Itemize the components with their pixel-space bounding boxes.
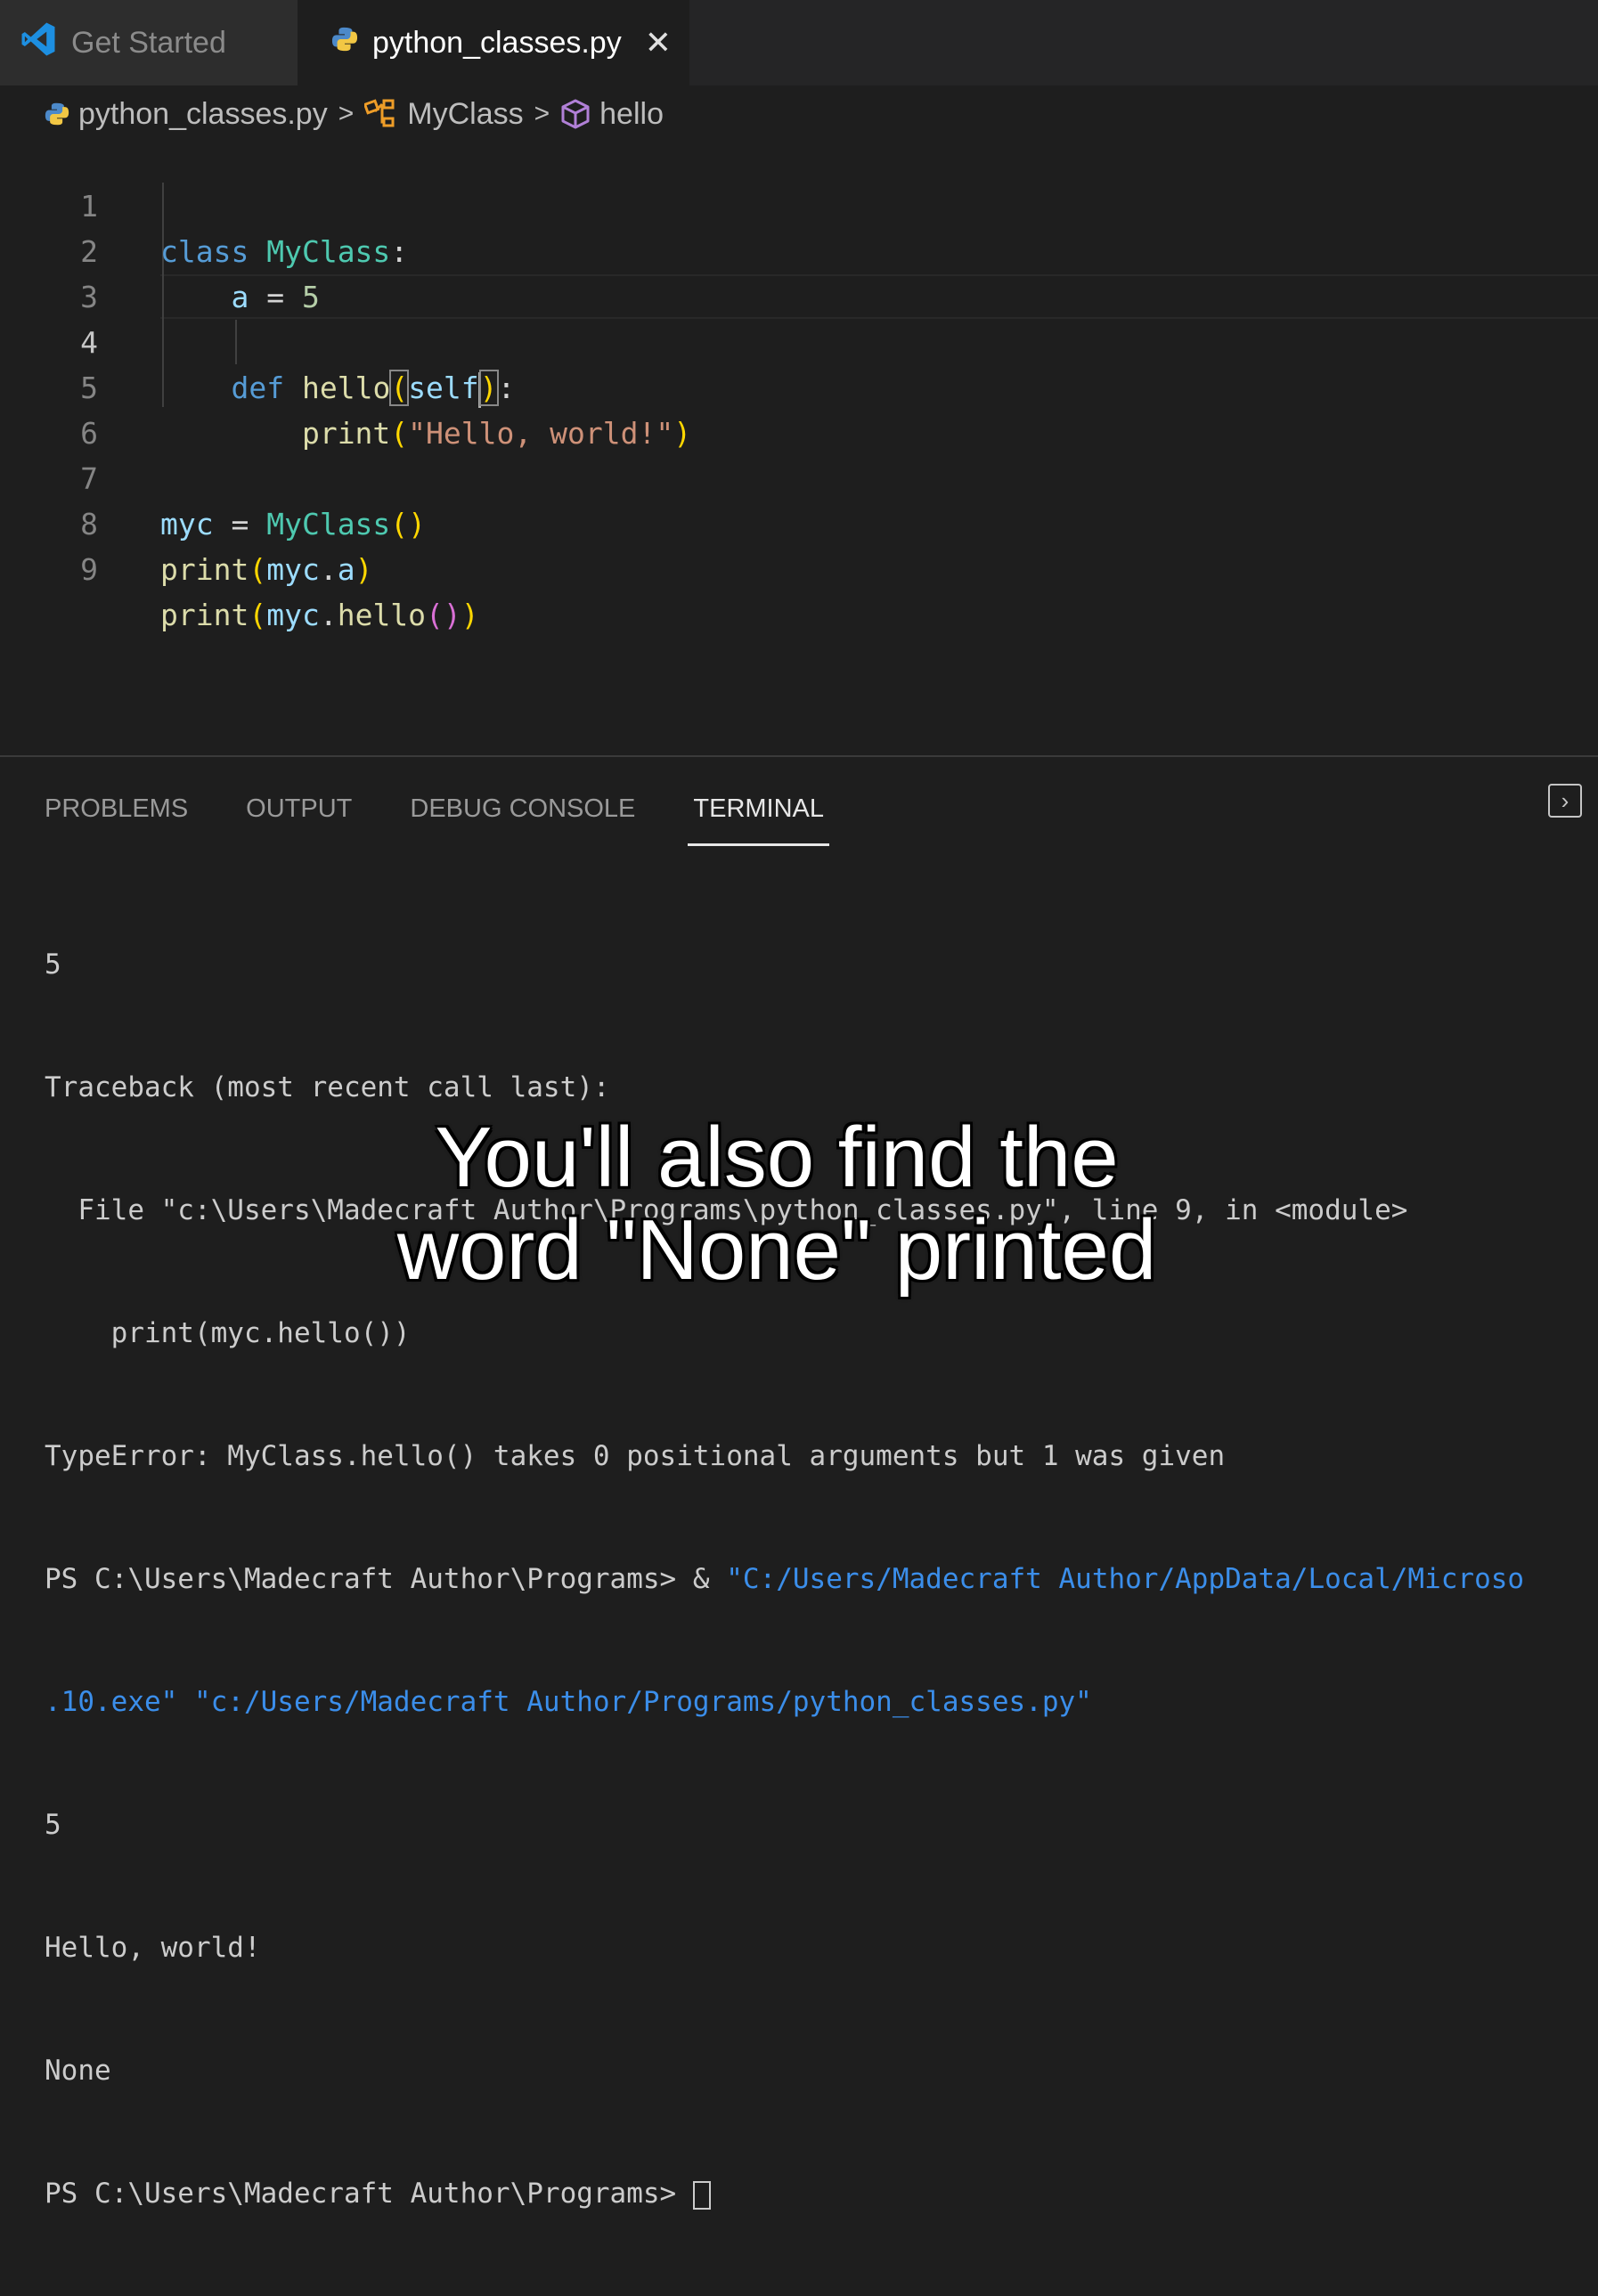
- breadcrumb-method[interactable]: hello: [560, 97, 664, 132]
- terminal-line: None: [45, 2055, 111, 2087]
- code-line: 5 print("Hello, world!"): [0, 320, 1598, 451]
- chevron-right-icon: >: [534, 99, 550, 128]
- bracket-token: (: [249, 598, 267, 632]
- video-subtitle: You'll also find the word "None" printed: [0, 1111, 1598, 1297]
- breadcrumb-class-label: MyClass: [407, 96, 524, 131]
- python-file-icon: [45, 102, 69, 126]
- terminal-cursor: [692, 2180, 711, 2210]
- breadcrumb-class[interactable]: MyClass: [364, 96, 524, 132]
- tab-label: python_classes.py: [372, 25, 622, 60]
- code-line: 6: [0, 365, 1598, 451]
- subtitle-line: word "None" printed: [396, 1202, 1157, 1298]
- terminal-prompt: PS C:\Users\Madecraft Author\Programs>: [45, 2178, 693, 2210]
- tab-label: Get Started: [71, 25, 226, 60]
- terminal-line: 5: [45, 1809, 61, 1841]
- bracket-token: ): [355, 552, 373, 587]
- punctuation-token: .: [319, 598, 338, 632]
- terminal-line: print(myc.hello()): [45, 1317, 411, 1349]
- terminal-line: Traceback (most recent call last):: [45, 1071, 610, 1103]
- panel-tabs: PROBLEMS OUTPUT DEBUG CONSOLE TERMINAL: [45, 786, 829, 846]
- variable-token: myc: [266, 552, 320, 587]
- terminal-prompt: PS C:\Users\Madecraft Author\Programs> &: [45, 1563, 727, 1595]
- code-line: 9 print(myc.hello()): [0, 501, 1598, 632]
- function-name-token: print: [160, 552, 249, 587]
- variable-token: myc: [266, 598, 320, 632]
- bracket-token: (): [426, 598, 461, 632]
- function-name-token: print: [160, 598, 249, 632]
- line-number: 9: [80, 552, 98, 587]
- terminal-prompt-line: PS C:\Users\Madecraft Author\Programs>: [45, 2173, 1598, 2214]
- close-icon[interactable]: ✕: [645, 24, 672, 61]
- terminal-path: "C:/Users/Madecraft Author/AppData/Local…: [726, 1563, 1525, 1595]
- tab-debug-console[interactable]: DEBUG CONSOLE: [410, 786, 635, 839]
- attribute-token: a: [337, 552, 355, 587]
- code-line: 8 print(myc.a): [0, 456, 1598, 587]
- method-cube-icon: [560, 99, 591, 129]
- vscode-logo-icon: [20, 20, 57, 66]
- class-symbol-icon: [364, 99, 398, 129]
- breadcrumb-file-label: python_classes.py: [78, 96, 328, 131]
- code-line-active: 4 def hello(self):: [0, 274, 1598, 408]
- breadcrumb: python_classes.py > MyClass > hello: [45, 93, 664, 135]
- bracket-token: (: [249, 552, 267, 587]
- tab-terminal[interactable]: TERMINAL: [688, 786, 829, 846]
- code-line: 2 a = 5: [0, 183, 1598, 314]
- tab-problems[interactable]: PROBLEMS: [45, 786, 188, 839]
- function-name-token: hello: [337, 598, 427, 632]
- terminal-output[interactable]: 5 Traceback (most recent call last): Fil…: [45, 862, 1598, 2296]
- terminal-line: TypeError: MyClass.hello() takes 0 posit…: [45, 1440, 1226, 1472]
- terminal-line: 5: [45, 949, 61, 981]
- terminal-shell-icon[interactable]: ›: [1548, 784, 1582, 818]
- tab-python-classes[interactable]: python_classes.py ✕: [298, 0, 689, 85]
- terminal-command-line: PS C:\Users\Madecraft Author\Programs> &…: [45, 1559, 1598, 1600]
- tab-get-started[interactable]: Get Started: [0, 0, 298, 85]
- python-file-icon: [331, 26, 358, 61]
- breadcrumb-method-label: hello: [599, 96, 664, 131]
- bracket-token: ): [461, 598, 479, 632]
- code-line: 1 class MyClass:: [0, 138, 1598, 269]
- code-line: 3: [0, 229, 1598, 314]
- chevron-right-icon: >: [338, 99, 355, 128]
- editor-tab-bar: Get Started python_classes.py ✕: [0, 0, 1598, 85]
- terminal-line: Hello, world!: [45, 1932, 261, 1964]
- terminal-command-continuation: .10.exe" "c:/Users/Madecraft Author/Prog…: [45, 1686, 1092, 1718]
- subtitle-line: You'll also find the: [435, 1110, 1119, 1205]
- punctuation-token: .: [319, 552, 338, 587]
- code-editor[interactable]: 1 class MyClass: 2 a = 5 3 4 def hello(s…: [0, 138, 1598, 753]
- code-line: 7 myc = MyClass(): [0, 411, 1598, 541]
- breadcrumb-file[interactable]: python_classes.py: [45, 97, 328, 132]
- tab-output[interactable]: OUTPUT: [246, 786, 352, 839]
